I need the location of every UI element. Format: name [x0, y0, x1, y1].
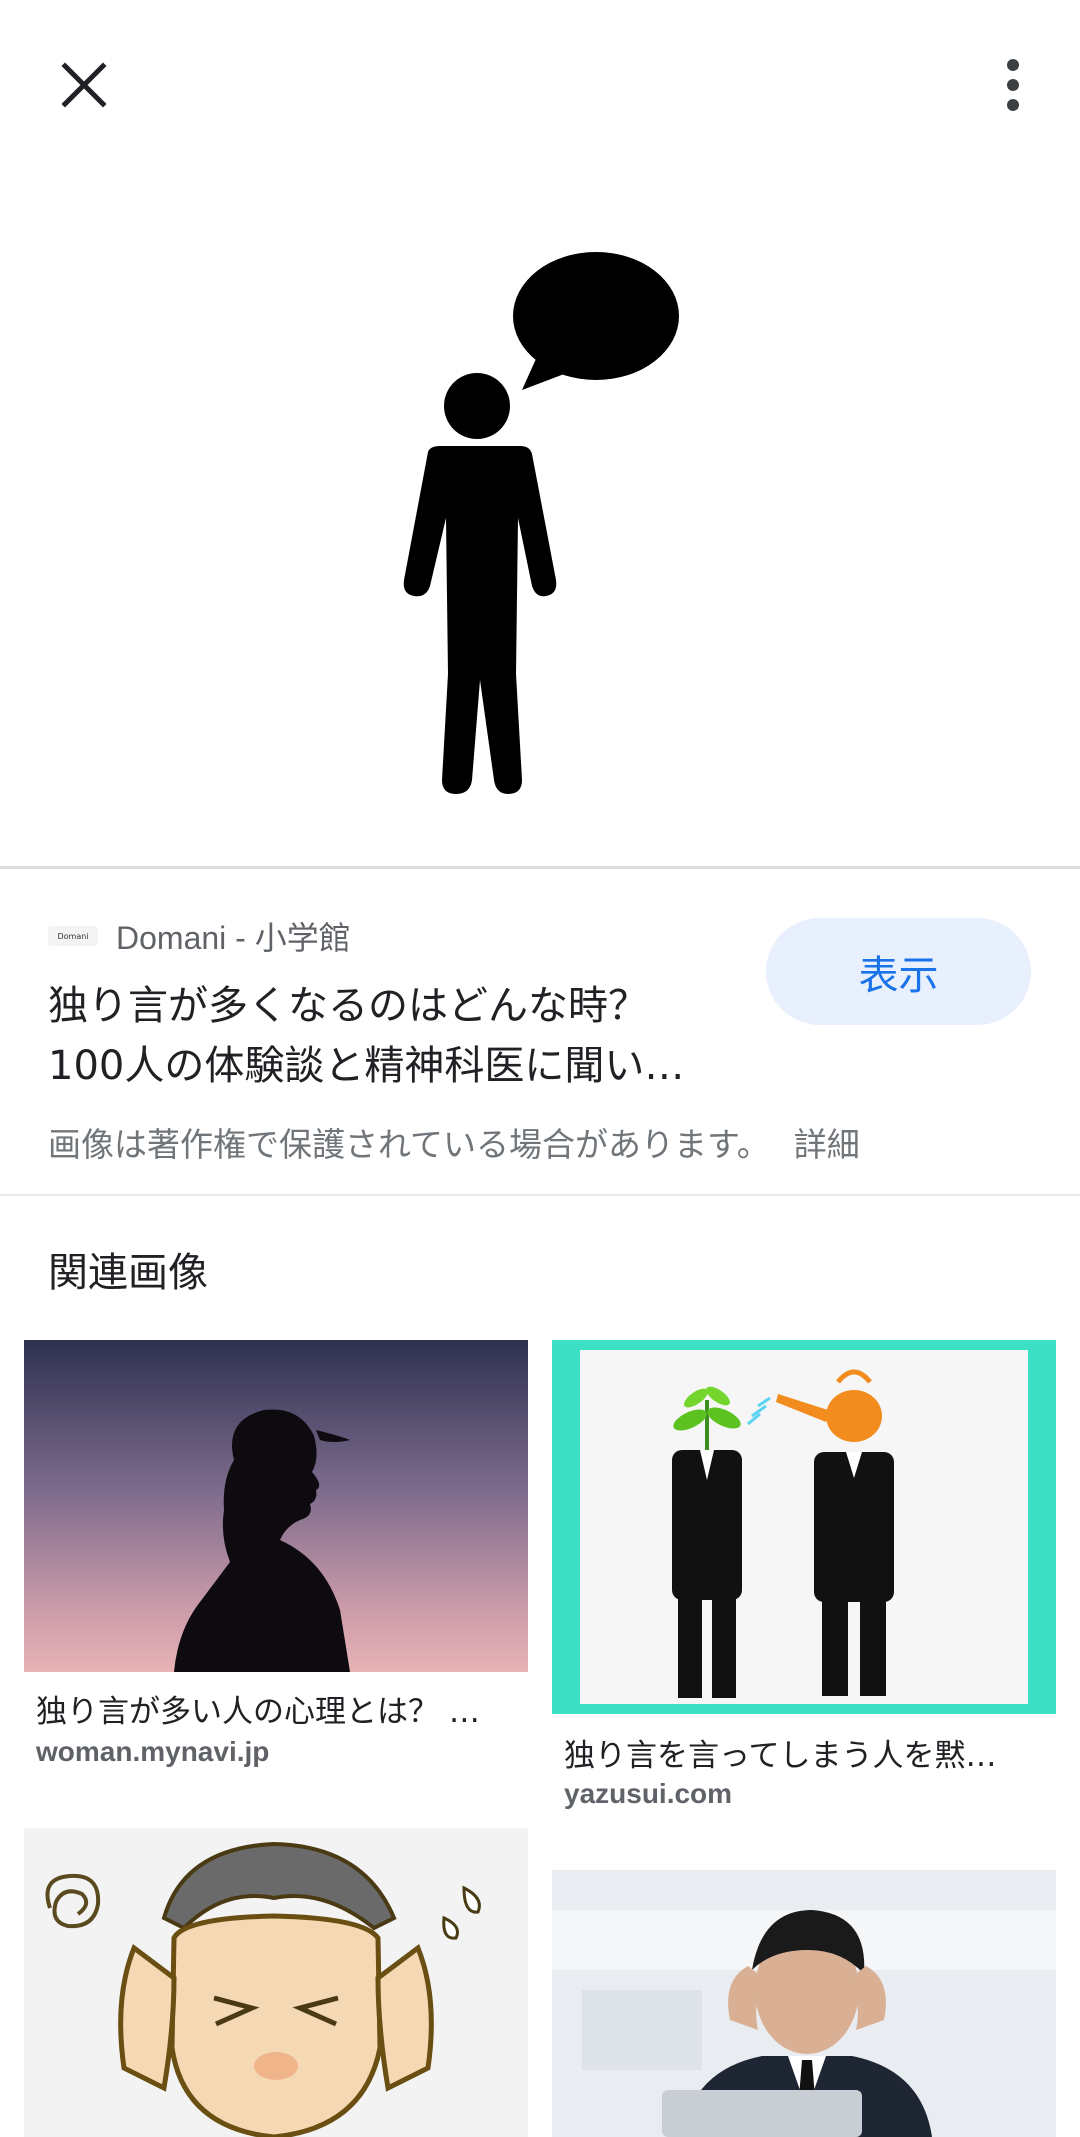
related-image-card[interactable]: 独り言を言ってしまう人を黙… yazusui.com — [552, 1340, 1056, 1820]
related-domain: woman.mynavi.jp — [36, 1736, 270, 1767]
result-title[interactable]: 独り言が多くなるのはどんな時？ 100人の体験談と精神科医に聞い… — [48, 976, 738, 1096]
section-divider — [0, 1194, 1080, 1196]
details-link[interactable]: 詳細 — [794, 1118, 860, 1166]
related-images-heading: 関連画像 — [48, 1250, 208, 1296]
related-domain: yazusui.com — [564, 1778, 733, 1809]
source-name: Domani - 小学館 — [116, 920, 351, 956]
result-title-line-1: 独り言が多くなるのはどんな時？ — [48, 983, 648, 1029]
related-thumbnail — [552, 1870, 1056, 2137]
close-button[interactable] — [29, 30, 139, 140]
related-image-card[interactable] — [552, 1870, 1056, 2137]
silhouette-sunset-image — [24, 1340, 528, 1672]
business-growth-image — [552, 1340, 1056, 1714]
related-title: 独り言が多い人の心理とは？ … — [36, 1694, 480, 1730]
hero-divider — [0, 866, 1080, 869]
related-thumbnail — [24, 1828, 528, 2137]
close-icon — [61, 62, 107, 108]
related-thumbnail — [24, 1340, 528, 1672]
more-vert-icon — [1007, 59, 1019, 111]
related-title: 独り言を言ってしまう人を黙… — [564, 1738, 997, 1774]
person-speech-bubble-pictogram — [403, 252, 679, 794]
stressed-cartoon-man-image — [24, 1828, 528, 2137]
copyright-text: 画像は著作権で保護されている場合があります。 — [48, 1125, 770, 1164]
copyright-notice: 画像は著作権で保護されている場合があります。 詳細 — [48, 1118, 860, 1166]
source-row[interactable]: Domani Domani - 小学館 — [48, 914, 351, 958]
preview-image[interactable] — [0, 170, 1080, 866]
worried-businessman-image — [552, 1870, 1056, 2137]
result-title-line-2: 100人の体験談と精神科医に聞い… — [48, 1043, 685, 1089]
related-image-card[interactable] — [24, 1828, 528, 2137]
top-bar — [0, 0, 1080, 170]
more-options-button[interactable] — [958, 30, 1068, 140]
related-image-card[interactable]: 独り言が多い人の心理とは？ … woman.mynavi.jp — [24, 1340, 528, 1780]
related-thumbnail — [552, 1340, 1056, 1714]
source-favicon: Domani — [48, 926, 98, 946]
visit-button[interactable]: 表示 — [766, 918, 1031, 1025]
